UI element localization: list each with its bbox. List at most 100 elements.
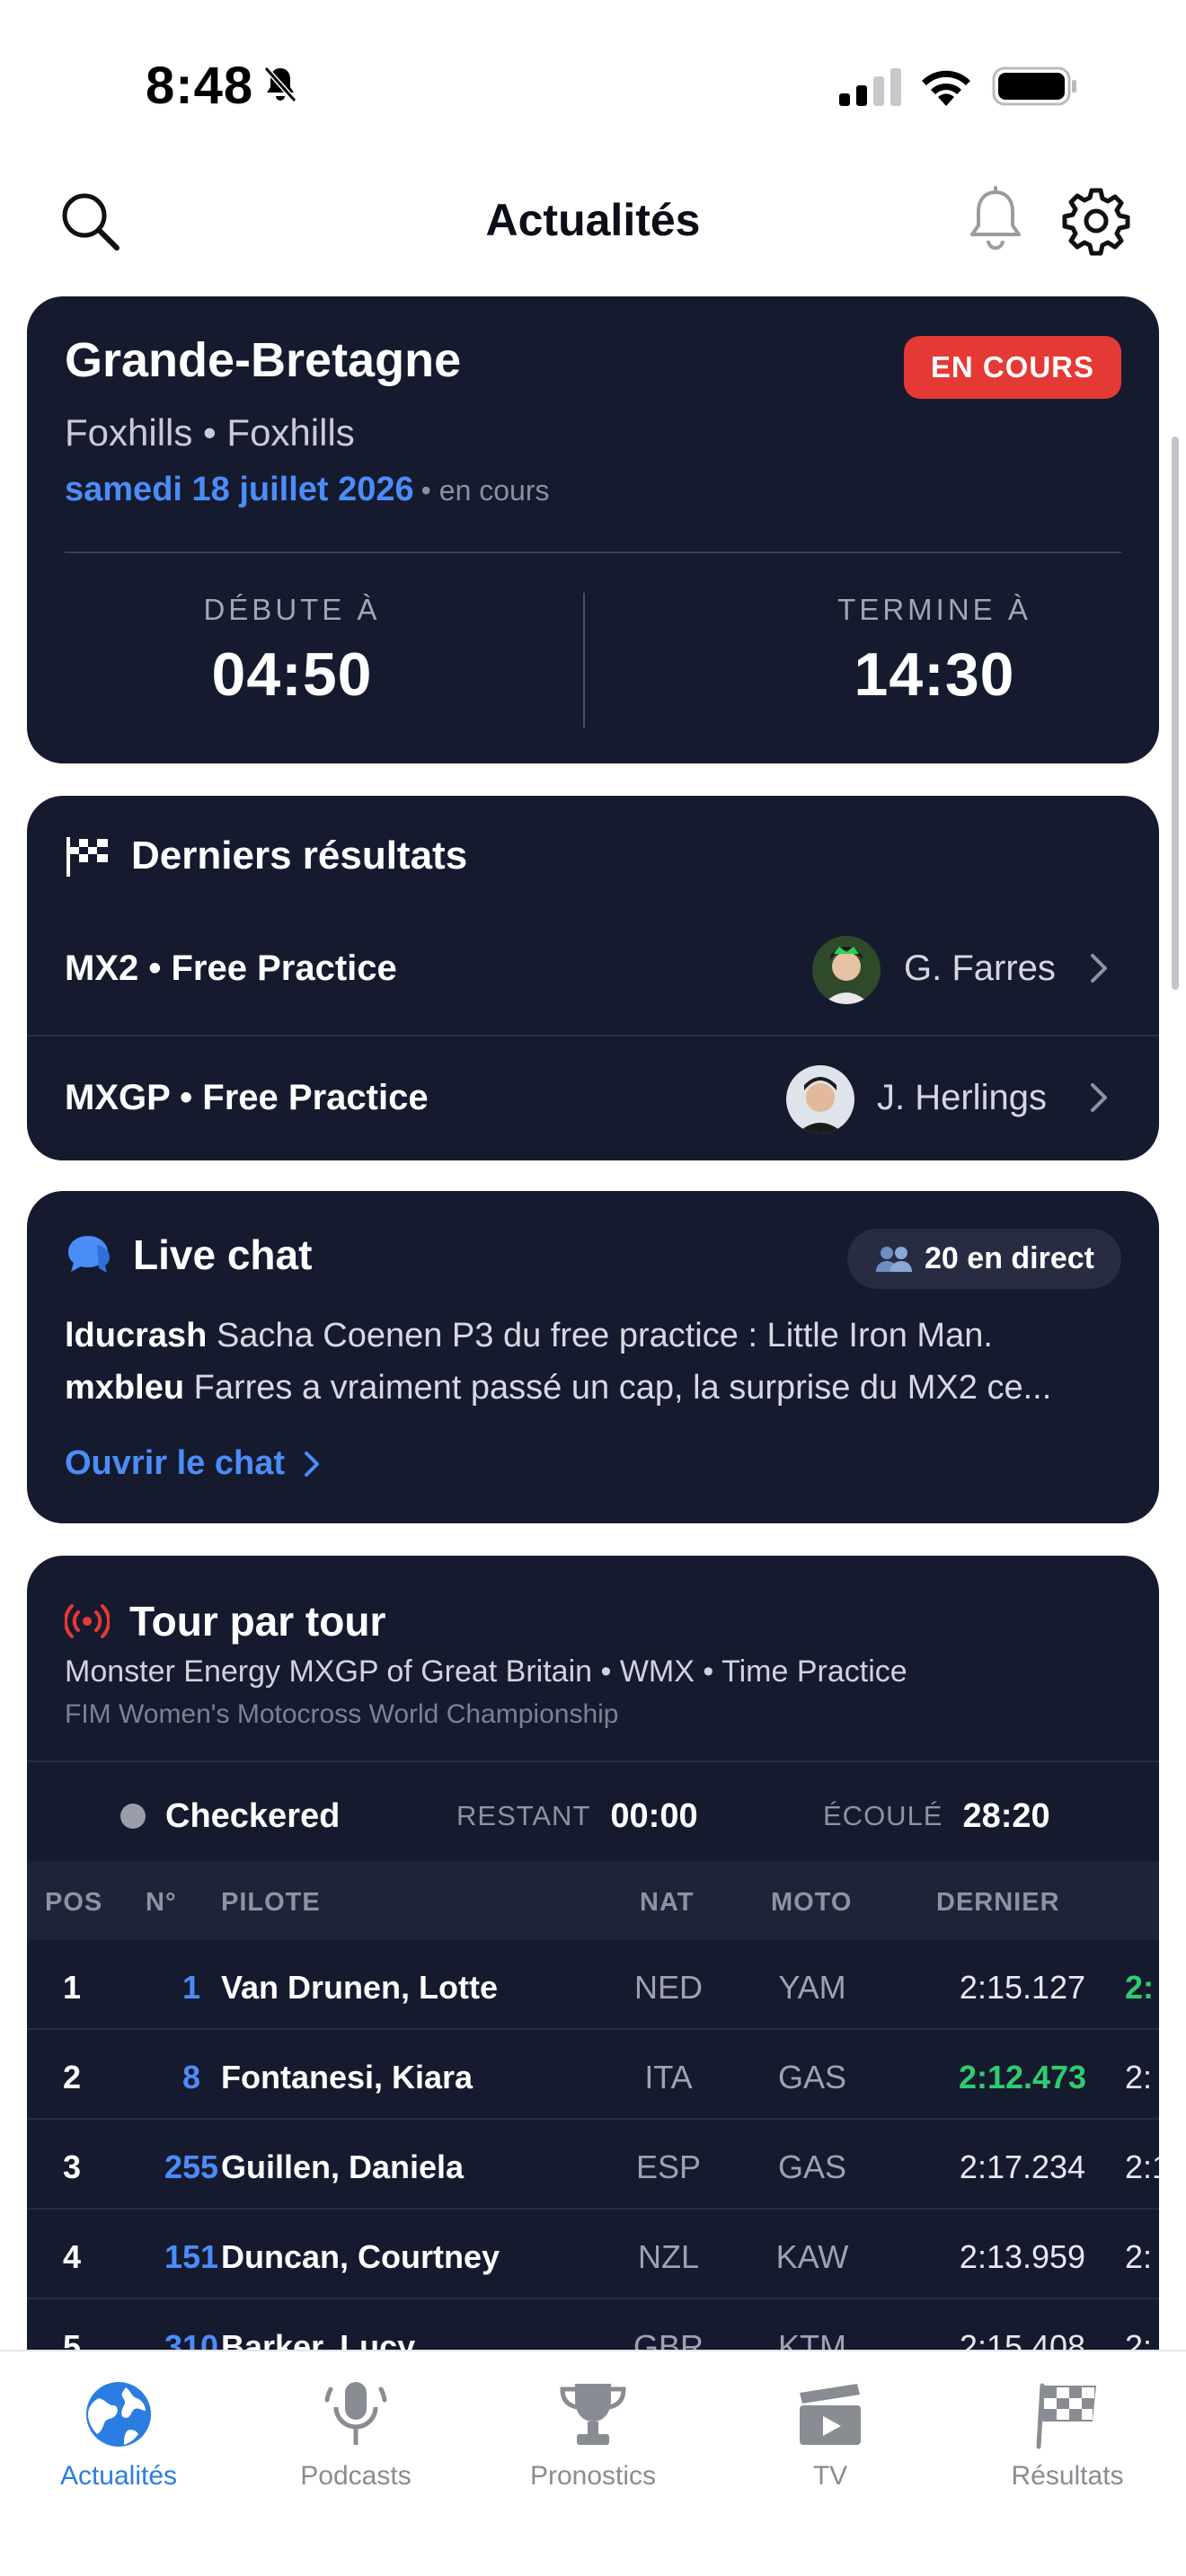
table-row[interactable]: 3255Guillen, DanielaESPGAS2:17.2342:1 (27, 2120, 1159, 2210)
live-viewers-badge: 20 en direct (847, 1229, 1121, 1289)
flag-label: Checkered (165, 1796, 341, 1835)
result-row-mx2[interactable]: MX2 • Free Practice G. Farres (27, 907, 1159, 1033)
tab-actualites[interactable]: Actualités (0, 2369, 237, 2492)
globe-icon (86, 2382, 151, 2447)
column-header-nat: NAT (640, 1888, 695, 1917)
nationality-cell: NZL (637, 2238, 699, 2275)
position-cell: 3 (63, 2148, 82, 2185)
position-cell: 1 (63, 1969, 82, 2006)
rider-name-cell: Guillen, Daniela (221, 2148, 465, 2185)
result-session-label: MXGP • Free Practice (65, 1078, 429, 1117)
microphone-icon (324, 2382, 387, 2445)
column-header-last: DERNIER (936, 1888, 1060, 1917)
tab-label: Podcasts (300, 2461, 412, 2491)
wifi-icon (922, 70, 970, 106)
bike-cell: GAS (777, 2148, 847, 2185)
start-label: DÉBUTE À (203, 593, 381, 626)
elapsed-time: ÉCOULÉ 28:20 (823, 1789, 1050, 1843)
start-time: 04:50 (211, 640, 373, 709)
nationality-cell: ESP (635, 2148, 702, 2185)
tab-bar: Actualités Podcasts Pronostics TV Résult… (0, 2350, 1186, 2576)
latest-results-card: Derniers résultats MX2 • Free Practice G… (27, 796, 1159, 1160)
rider-name-cell: Van Drunen, Lotte (221, 1969, 499, 2006)
table-row[interactable]: 2 8 Fontanesi, Kiara ITA GAS 2:12.473 2: (27, 2030, 1159, 2120)
event-status: • en cours (420, 474, 550, 507)
divider (65, 551, 1121, 553)
column-header-pos: POS (45, 1888, 103, 1917)
remaining-value: 00:00 (610, 1796, 698, 1835)
event-date: samedi 18 juillet 2026 (65, 471, 414, 508)
column-header-bike: MOTO (771, 1888, 853, 1917)
status-bar: 8:48 (0, 0, 1186, 162)
tour-header: Tour par tour (65, 1597, 385, 1645)
end-label: TERMINE À (837, 593, 1031, 626)
live-status-badge: EN COURS (903, 336, 1121, 399)
live-chat-card: Live chat 20 en direct lducrash Sacha Co… (27, 1191, 1159, 1523)
status-time: 8:48 (146, 57, 254, 115)
flag-status-dot (120, 1804, 146, 1829)
table-header: POS N° PILOTE NAT MOTO DERNIER (27, 1861, 1159, 1940)
divider (27, 1760, 1159, 1762)
rider-name-cell: Fontanesi, Kiara (221, 2059, 474, 2095)
rider-name-cell: Duncan, Courtney (221, 2238, 500, 2275)
users-icon (876, 1246, 913, 1272)
tab-podcasts[interactable]: Podcasts (237, 2369, 474, 2492)
end-time: 14:30 (854, 640, 1015, 709)
session-flag: Checkered (120, 1789, 340, 1843)
best-lap-cell: 2: (1125, 2059, 1153, 2095)
table-row[interactable]: 4 151 Duncan, Courtney NZL KAW 2:13.959 2: (27, 2210, 1159, 2299)
chat-bubbles-icon (68, 1236, 110, 1273)
bike-cell: GAS (777, 2059, 847, 2095)
tab-pronostics[interactable]: Pronostics (474, 2369, 712, 2492)
tour-championship: FIM Women's Motocross World Championship (65, 1699, 619, 1729)
table-row[interactable]: 1 1 Van Drunen, Lotte NED YAM 2:15.127 2: (27, 1940, 1159, 2030)
live-viewers-count: 20 en direct (925, 1241, 1094, 1275)
checkered-flag-icon (1036, 2383, 1096, 2449)
chevron-right-icon (1091, 954, 1107, 983)
last-lap-cell: 2:12.473 (958, 2059, 1087, 2095)
column-header-number: N° (146, 1888, 177, 1917)
tab-label: Actualités (59, 2461, 178, 2491)
open-chat-link[interactable]: Ouvrir le chat (65, 1444, 323, 1483)
tab-label: Pronostics (529, 2461, 657, 2491)
rider-name: J. Herlings (877, 1078, 1047, 1117)
best-lap-cell: 2: (1125, 2238, 1153, 2275)
chat-message: lducrash Sacha Coenen P3 du free practic… (65, 1317, 1125, 1355)
last-lap-cell: 2:15.127 (959, 1969, 1086, 2006)
tab-resultats[interactable]: Résultats (949, 2369, 1186, 2492)
best-lap-cell: 2: (1125, 1969, 1155, 2006)
chat-message: mxbleu Farres a vraiment passé un cap, l… (65, 1369, 1125, 1407)
elapsed-label: ÉCOULÉ (823, 1800, 943, 1831)
event-card[interactable]: Grande-Bretagne EN COURS Foxhills • Foxh… (27, 296, 1159, 763)
settings-gear-icon[interactable] (1060, 185, 1132, 257)
elapsed-value: 28:20 (962, 1796, 1050, 1835)
tab-tv[interactable]: TV (712, 2369, 949, 2492)
chat-title: Live chat (133, 1231, 313, 1278)
last-lap-cell: 2:13.959 (959, 2238, 1086, 2275)
results-title: Derniers résultats (131, 834, 468, 878)
end-block: TERMINE À 14:30 (710, 593, 1159, 710)
vertical-divider (583, 593, 585, 728)
tour-title: Tour par tour (129, 1598, 386, 1645)
scrollbar[interactable] (1172, 437, 1179, 990)
column-header-rider: PILOTE (221, 1888, 321, 1917)
bike-cell: YAM (778, 1969, 846, 2006)
notification-bell-icon[interactable] (961, 185, 1030, 257)
rider-name: G. Farres (904, 948, 1056, 988)
event-venue: Foxhills • Foxhills (65, 411, 355, 454)
tour-subtitle: Monster Energy MXGP of Great Britain • W… (65, 1654, 907, 1689)
nationality-cell: NED (633, 1969, 703, 2006)
nationality-cell: ITA (644, 2059, 693, 2095)
app-header: Actualités (0, 171, 1186, 269)
remaining-label: RESTANT (456, 1800, 591, 1831)
chat-header: Live chat (65, 1231, 312, 1279)
best-lap-cell: 2:1 (1125, 2148, 1159, 2185)
chat-text: Farres a vraiment passé un cap, la surpr… (193, 1369, 1052, 1407)
last-lap-cell: 2:17.234 (959, 2148, 1086, 2185)
tab-label: Résultats (1011, 2461, 1124, 2491)
result-row-mxgp[interactable]: MXGP • Free Practice J. Herlings (27, 1035, 1159, 1160)
checkered-flag-icon (66, 837, 108, 877)
battery-icon (992, 66, 1076, 106)
live-broadcast-icon (65, 1604, 110, 1638)
chevron-right-icon (304, 1451, 319, 1477)
